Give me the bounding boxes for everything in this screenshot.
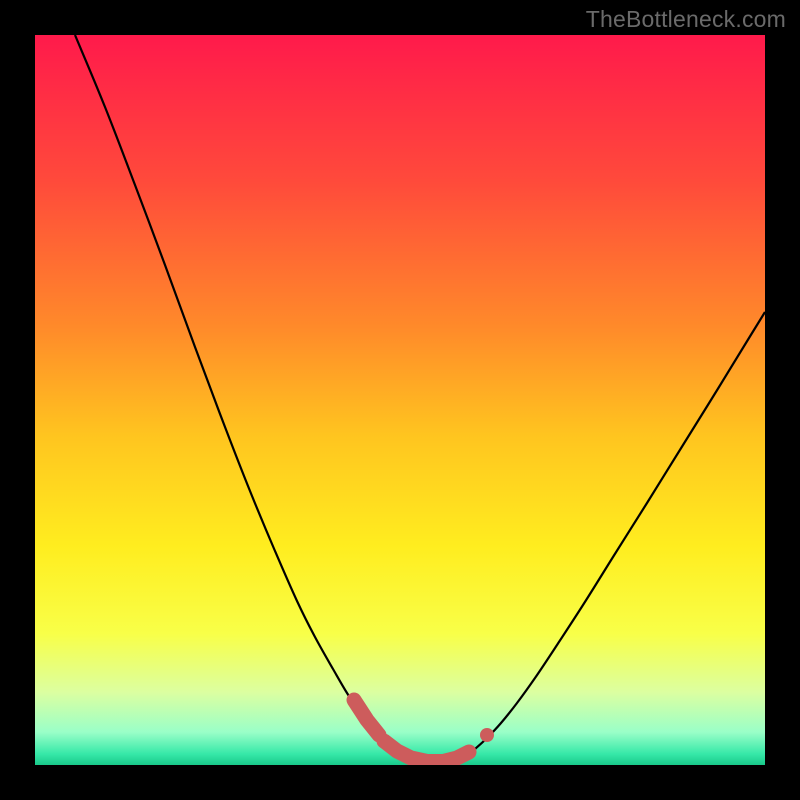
marker-isolated-dot — [480, 728, 494, 742]
curve-left-arm — [75, 35, 379, 736]
marker-segment — [354, 700, 379, 735]
curve-right-arm — [475, 312, 765, 749]
curve-layer — [35, 35, 765, 765]
plot-area — [35, 35, 765, 765]
marker-segment — [384, 741, 469, 762]
chart-frame: TheBottleneck.com — [0, 0, 800, 800]
watermark-text: TheBottleneck.com — [586, 6, 786, 33]
